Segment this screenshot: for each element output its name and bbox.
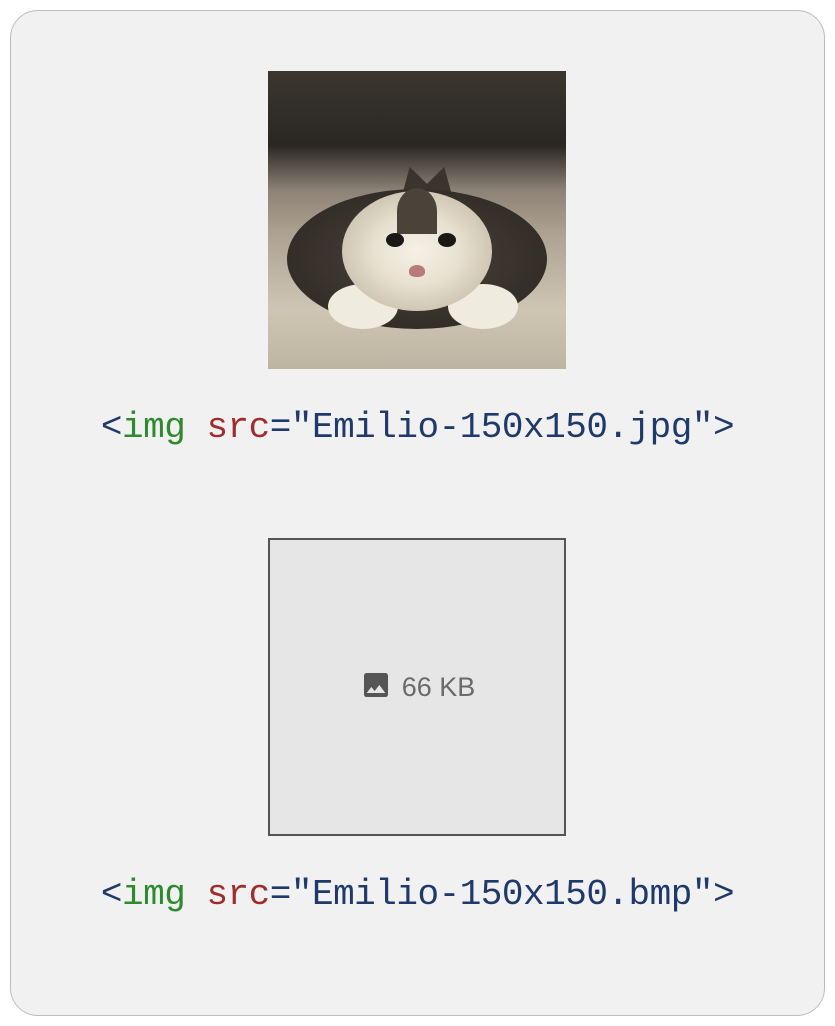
equals-sign: = (270, 407, 291, 448)
attr-name: src (206, 874, 269, 915)
image-icon (360, 669, 392, 706)
file-size-label: 66 KB (402, 672, 476, 703)
example-jpg: <img src="Emilio-150x150.jpg"> (101, 71, 734, 448)
attr-value: "Emilio-150x150.bmp" (291, 874, 713, 915)
code-snippet-jpg: <img src="Emilio-150x150.jpg"> (101, 407, 734, 448)
equals-sign: = (270, 874, 291, 915)
attr-name: src (206, 407, 269, 448)
examples-panel: <img src="Emilio-150x150.jpg"> 66 KB <im… (10, 10, 825, 1016)
tag-name: img (122, 407, 185, 448)
angle-open: < (101, 874, 122, 915)
angle-open: < (101, 407, 122, 448)
example-bmp: 66 KB <img src="Emilio-150x150.bmp"> (101, 538, 734, 915)
cat-photo (268, 71, 566, 369)
tag-name: img (122, 874, 185, 915)
angle-close: > (713, 874, 734, 915)
angle-close: > (713, 407, 734, 448)
code-snippet-bmp: <img src="Emilio-150x150.bmp"> (101, 874, 734, 915)
image-placeholder: 66 KB (268, 538, 566, 836)
attr-value: "Emilio-150x150.jpg" (291, 407, 713, 448)
